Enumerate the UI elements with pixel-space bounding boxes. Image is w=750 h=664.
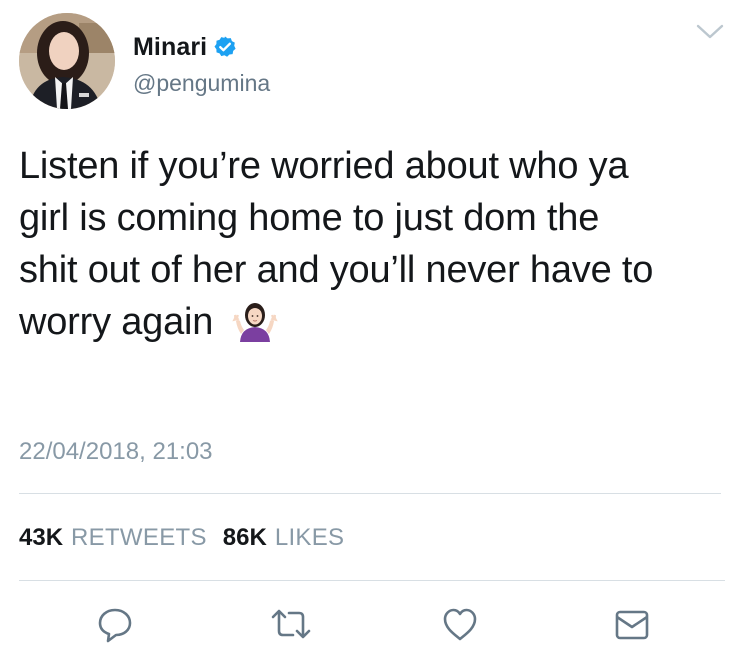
user-name-row: Minari xyxy=(133,30,237,64)
tweet-text: Listen if you’re worried about who ya gi… xyxy=(19,140,739,348)
tweet-timestamp[interactable]: 22/04/2018, 21:03 xyxy=(19,438,213,466)
message-icon[interactable] xyxy=(612,604,652,644)
tweet-line: worry again xyxy=(19,301,214,343)
retweets-count[interactable]: 43K xyxy=(19,524,63,552)
reply-icon[interactable] xyxy=(95,604,135,644)
retweet-icon[interactable] xyxy=(269,604,311,644)
divider xyxy=(19,493,721,494)
likes-label[interactable]: LIKES xyxy=(275,524,345,552)
tweet-stats: 43K RETWEETS 86K LIKES xyxy=(19,524,360,552)
like-icon[interactable] xyxy=(440,604,480,644)
tweet-line: girl is coming home to just dom the xyxy=(19,197,600,239)
tweet-line-last: worry again xyxy=(19,296,739,348)
display-name[interactable]: Minari xyxy=(133,33,207,62)
retweets-label[interactable]: RETWEETS xyxy=(71,524,207,552)
likes-count[interactable]: 86K xyxy=(223,524,267,552)
avatar[interactable] xyxy=(19,13,115,109)
person-shrugging-emoji-icon xyxy=(231,298,278,344)
chevron-down-icon[interactable] xyxy=(695,20,725,44)
verified-badge-icon xyxy=(213,35,237,59)
tweet-line: shit out of her and you’ll never have to xyxy=(19,249,654,291)
tweet-line: Listen if you’re worried about who ya xyxy=(19,145,629,187)
divider xyxy=(19,580,725,581)
user-handle[interactable]: @pengumina xyxy=(133,70,270,97)
